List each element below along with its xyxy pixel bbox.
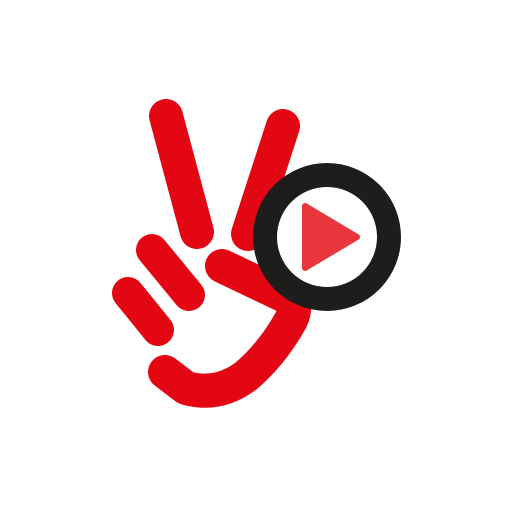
index-finger-stroke: [149, 99, 214, 249]
peace-hand-play-logo-icon: [112, 99, 401, 408]
play-button-icon: [253, 163, 401, 311]
ring-finger-stroke: [136, 234, 205, 311]
little-finger-stroke: [112, 277, 174, 346]
play-triangle-icon: [302, 203, 360, 271]
app-icon-canvas: [0, 0, 512, 512]
